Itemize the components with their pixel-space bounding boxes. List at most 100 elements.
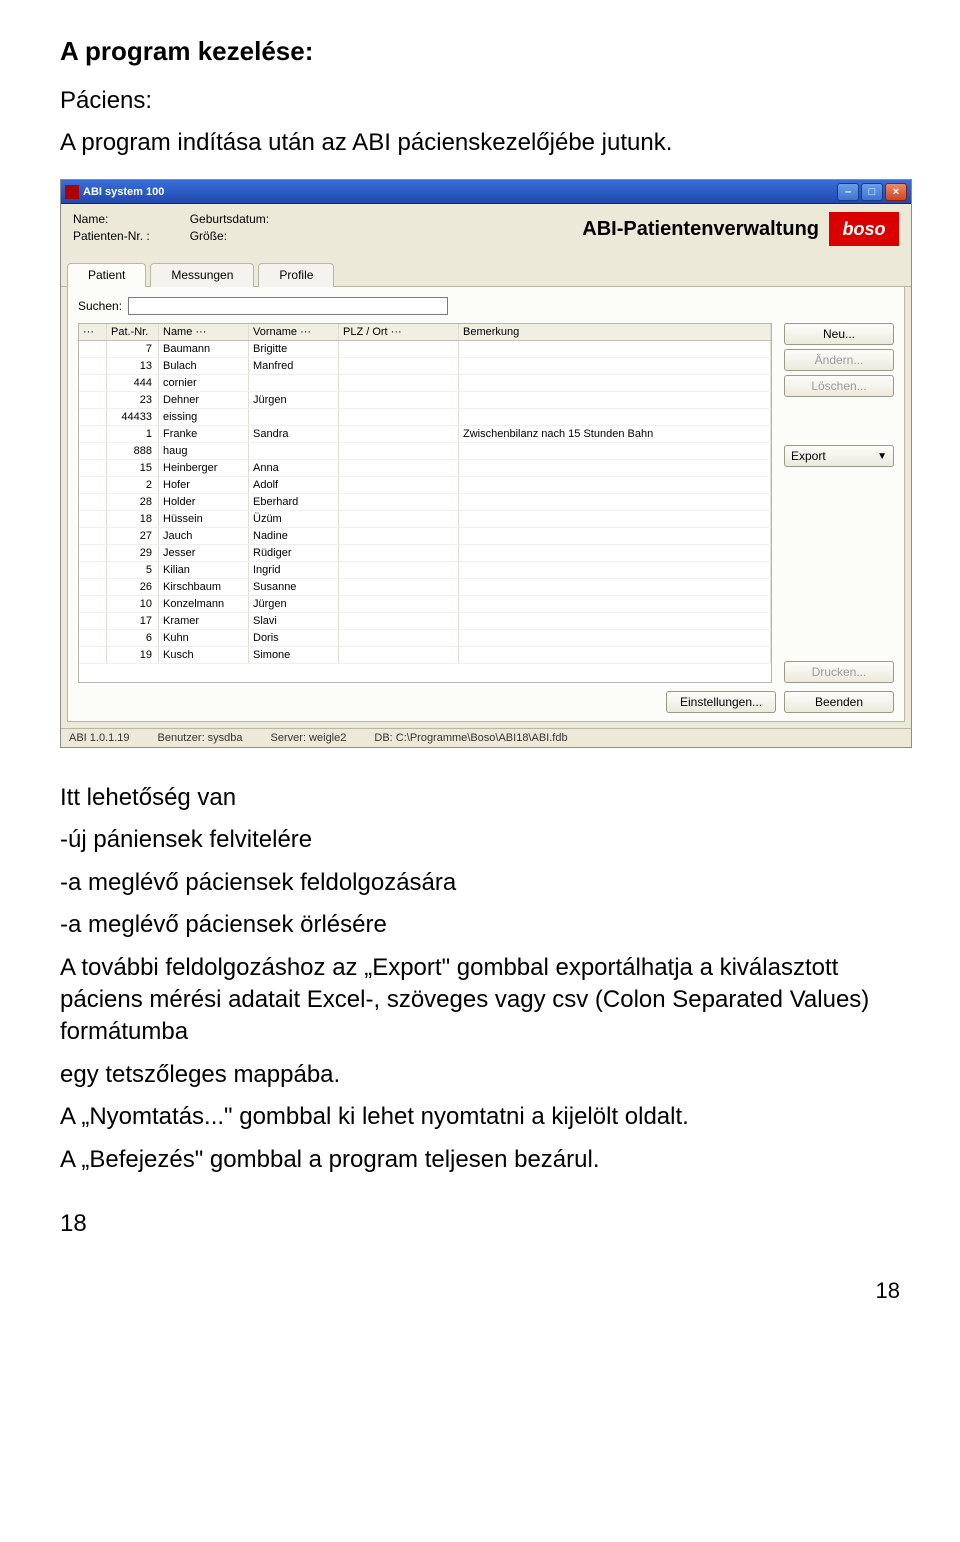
table-row[interactable]: 444cornier <box>79 375 771 392</box>
abi-title: ABI-Patientenverwaltung <box>582 218 819 241</box>
table-cell <box>79 358 107 374</box>
window-controls: – □ × <box>837 183 907 201</box>
table-cell: Kramer <box>159 613 249 629</box>
chevron-down-icon: ▼ <box>877 451 887 462</box>
table-row[interactable]: 27JauchNadine <box>79 528 771 545</box>
table-cell: 888 <box>107 443 159 459</box>
col-bemerkung[interactable]: Bemerkung <box>459 324 771 340</box>
doc-intro: A program indítása után az ABI pácienske… <box>60 129 900 157</box>
table-cell <box>79 630 107 646</box>
table-row[interactable]: 17KramerSlavi <box>79 613 771 630</box>
doc-bullet-2: -a meglévő páciensek feldolgozására <box>60 867 900 899</box>
label-geburtsdatum: Geburtsdatum: <box>190 212 269 226</box>
table-cell <box>79 341 107 357</box>
table-row[interactable]: 7BaumannBrigitte <box>79 341 771 358</box>
table-cell <box>339 392 459 408</box>
table-cell: 19 <box>107 647 159 663</box>
maximize-button[interactable]: □ <box>861 183 883 201</box>
table-row[interactable]: 5KilianIngrid <box>79 562 771 579</box>
table-cell <box>339 375 459 391</box>
table-row[interactable]: 10KonzelmannJürgen <box>79 596 771 613</box>
table-row[interactable]: 19KuschSimone <box>79 647 771 664</box>
aendern-button[interactable]: Ändern... <box>784 349 894 371</box>
table-cell <box>339 460 459 476</box>
table-row[interactable]: 28HolderEberhard <box>79 494 771 511</box>
table-row[interactable]: 26KirschbaumSusanne <box>79 579 771 596</box>
table-cell <box>459 460 771 476</box>
table-cell: 23 <box>107 392 159 408</box>
table-cell: eissing <box>159 409 249 425</box>
table-cell <box>79 494 107 510</box>
einstellungen-button[interactable]: Einstellungen... <box>666 691 776 713</box>
col-name[interactable]: Name ··· <box>159 324 249 340</box>
col-patnr[interactable]: Pat.-Nr. <box>107 324 159 340</box>
loeschen-button[interactable]: Löschen... <box>784 375 894 397</box>
table-cell: Kirschbaum <box>159 579 249 595</box>
table-cell <box>339 409 459 425</box>
table-row[interactable]: 888haug <box>79 443 771 460</box>
table-header: ··· Pat.-Nr. Name ··· Vorname ··· PLZ / … <box>79 324 771 341</box>
table-cell <box>79 545 107 561</box>
table-row[interactable]: 23DehnerJürgen <box>79 392 771 409</box>
doc-possibility: Itt lehetőség van <box>60 782 900 814</box>
doc-subheading: Páciens: <box>60 87 900 115</box>
table-cell: 44433 <box>107 409 159 425</box>
col-plzort[interactable]: PLZ / Ort ··· <box>339 324 459 340</box>
table-cell <box>459 392 771 408</box>
table-cell: Bulach <box>159 358 249 374</box>
table-body[interactable]: 7BaumannBrigitte13BulachManfred444cornie… <box>79 341 771 682</box>
table-row[interactable]: 1FrankeSandraZwischenbilanz nach 15 Stun… <box>79 426 771 443</box>
table-cell: Adolf <box>249 477 339 493</box>
table-row[interactable]: 2HoferAdolf <box>79 477 771 494</box>
table-cell <box>339 341 459 357</box>
table-cell: 17 <box>107 613 159 629</box>
table-cell <box>459 528 771 544</box>
table-cell <box>459 358 771 374</box>
title-bar: ABI system 100 – □ × <box>61 180 911 204</box>
table-cell: Heinberger <box>159 460 249 476</box>
table-cell: Eberhard <box>249 494 339 510</box>
status-benutzer: Benutzer: sysdba <box>158 732 243 744</box>
col-vorname[interactable]: Vorname ··· <box>249 324 339 340</box>
close-button[interactable]: × <box>885 183 907 201</box>
table-cell <box>79 392 107 408</box>
table-cell: Nadine <box>249 528 339 544</box>
table-cell <box>459 630 771 646</box>
table-cell: Jürgen <box>249 596 339 612</box>
table-cell <box>79 443 107 459</box>
table-cell: haug <box>159 443 249 459</box>
page-number-left: 18 <box>60 1210 900 1238</box>
table-cell <box>339 579 459 595</box>
table-row[interactable]: 44433eissing <box>79 409 771 426</box>
table-row[interactable]: 18HüsseinÜzüm <box>79 511 771 528</box>
tab-messungen[interactable]: Messungen <box>150 263 254 287</box>
table-cell: 5 <box>107 562 159 578</box>
table-cell <box>79 528 107 544</box>
table-row[interactable]: 6KuhnDoris <box>79 630 771 647</box>
drucken-button[interactable]: Drucken... <box>784 661 894 683</box>
table-cell <box>249 375 339 391</box>
table-cell: Konzelmann <box>159 596 249 612</box>
export-label: Export <box>791 449 826 463</box>
tab-patient[interactable]: Patient <box>67 263 146 287</box>
neu-button[interactable]: Neu... <box>784 323 894 345</box>
table-cell <box>79 460 107 476</box>
table-cell <box>339 426 459 442</box>
table-cell <box>79 596 107 612</box>
tab-profile[interactable]: Profile <box>258 263 334 287</box>
table-cell: Franke <box>159 426 249 442</box>
col-marker[interactable]: ··· <box>79 324 107 340</box>
table-row[interactable]: 29JesserRüdiger <box>79 545 771 562</box>
table-row[interactable]: 13BulachManfred <box>79 358 771 375</box>
search-input[interactable] <box>128 297 448 315</box>
table-cell <box>339 528 459 544</box>
minimize-button[interactable]: – <box>837 183 859 201</box>
export-button[interactable]: Export ▼ <box>784 445 894 467</box>
table-cell: Jesser <box>159 545 249 561</box>
beenden-button[interactable]: Beenden <box>784 691 894 713</box>
table-cell <box>339 443 459 459</box>
table-cell: Jürgen <box>249 392 339 408</box>
table-cell: Simone <box>249 647 339 663</box>
table-row[interactable]: 15HeinbergerAnna <box>79 460 771 477</box>
table-cell: Baumann <box>159 341 249 357</box>
